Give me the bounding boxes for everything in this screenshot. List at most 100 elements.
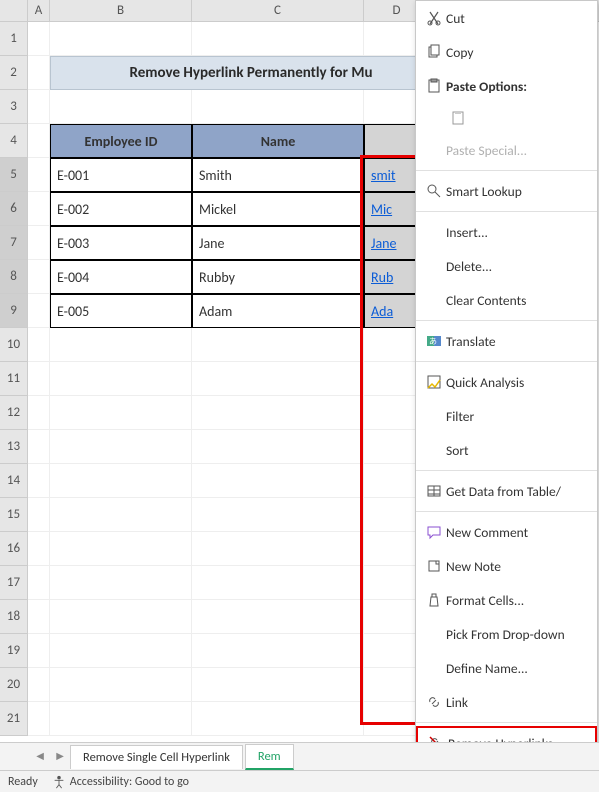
ctx-new-note[interactable]: New Note [416, 549, 597, 583]
row-headers: 1 2 3 4 5 6 7 8 9 10 11 12 13 14 15 16 1… [0, 22, 28, 736]
page-title: Remove Hyperlink Permanently for Mu [50, 56, 452, 90]
cell-name[interactable]: Smith [192, 158, 364, 192]
clipboard-icon [446, 110, 470, 126]
table-header-id: Employee ID [50, 124, 192, 158]
quick-analysis-icon [422, 374, 446, 390]
accessibility-status[interactable]: Accessibility: Good to go [52, 775, 189, 789]
ctx-delete[interactable]: Delete... [416, 249, 597, 283]
translate-icon: あ [422, 333, 446, 349]
ctx-translate[interactable]: あ Translate [416, 324, 597, 358]
sheet-tab-active[interactable]: Rem [245, 744, 294, 770]
ctx-get-data[interactable]: Get Data from Table/ [416, 474, 597, 508]
ctx-label: Link [446, 694, 589, 711]
cell-name[interactable]: Jane [192, 226, 364, 260]
svg-text:あ: あ [429, 337, 437, 347]
row-header[interactable]: 19 [0, 634, 28, 668]
ctx-copy[interactable]: Copy [416, 35, 597, 69]
separator [416, 722, 597, 723]
ctx-pick-dropdown[interactable]: Pick From Drop-down [416, 617, 597, 651]
ctx-clear-contents[interactable]: Clear Contents [416, 283, 597, 317]
row-header[interactable]: 14 [0, 464, 28, 498]
ctx-format-cells[interactable]: Format Cells... [416, 583, 597, 617]
status-ready: Ready [8, 775, 38, 789]
row-header[interactable]: 8 [0, 260, 28, 294]
row-header[interactable]: 9 [0, 294, 28, 328]
separator [416, 470, 597, 471]
cell-id[interactable]: E-005 [50, 294, 192, 328]
row-header[interactable]: 17 [0, 566, 28, 600]
row-header[interactable]: 20 [0, 668, 28, 702]
col-header-c[interactable]: C [192, 0, 364, 21]
cell-id[interactable]: E-002 [50, 192, 192, 226]
ctx-label: Clear Contents [446, 292, 589, 309]
row-header[interactable]: 15 [0, 498, 28, 532]
cut-icon [422, 10, 446, 26]
ctx-label: Insert... [446, 224, 589, 241]
cell-name[interactable]: Mickel [192, 192, 364, 226]
ctx-new-comment[interactable]: New Comment [416, 515, 597, 549]
ctx-define-name[interactable]: Define Name... [416, 651, 597, 685]
row-header[interactable]: 7 [0, 226, 28, 260]
context-menu: Cut Copy Paste Options: Paste Special...… [415, 0, 598, 761]
row-header[interactable]: 18 [0, 600, 28, 634]
row-header[interactable]: 1 [0, 22, 28, 56]
ctx-label: Get Data from Table/ [446, 483, 589, 500]
cell-id[interactable]: E-003 [50, 226, 192, 260]
ctx-label: Format Cells... [446, 592, 589, 609]
ctx-label: Sort [446, 442, 589, 459]
ctx-filter[interactable]: Filter [416, 399, 597, 433]
separator [416, 511, 597, 512]
ctx-quick-analysis[interactable]: Quick Analysis [416, 365, 597, 399]
ctx-paste-special: Paste Special... [416, 133, 597, 167]
accessibility-icon [52, 775, 66, 789]
table-icon [422, 483, 446, 499]
ctx-link[interactable]: Link [416, 685, 597, 719]
cell-name[interactable]: Rubby [192, 260, 364, 294]
ctx-label: Paste Special... [446, 142, 589, 159]
row-header[interactable]: 16 [0, 532, 28, 566]
ctx-label: Filter [446, 408, 589, 425]
tab-next[interactable]: ► [50, 749, 70, 764]
separator [416, 211, 597, 212]
ctx-label: Smart Lookup [446, 183, 589, 200]
ctx-label: Translate [446, 333, 589, 350]
row-header[interactable]: 12 [0, 396, 28, 430]
row-header[interactable]: 4 [0, 124, 28, 158]
row-header[interactable]: 6 [0, 192, 28, 226]
note-icon [422, 558, 446, 574]
ctx-sort[interactable]: Sort [416, 433, 597, 467]
ctx-label: Quick Analysis [446, 374, 589, 391]
ctx-paste-options[interactable]: Paste Options: [416, 69, 597, 103]
tab-prev[interactable]: ◄ [30, 749, 50, 764]
select-all-corner[interactable] [0, 0, 28, 21]
row-header[interactable]: 2 [0, 56, 28, 90]
ctx-label: Cut [446, 10, 589, 27]
ctx-label: Paste Options: [446, 78, 589, 95]
copy-icon [422, 44, 446, 60]
ctx-cut[interactable]: Cut [416, 1, 597, 35]
row-header[interactable]: 21 [0, 702, 28, 736]
row-header[interactable]: 5 [0, 158, 28, 192]
row-header[interactable]: 13 [0, 430, 28, 464]
ctx-label: Copy [446, 44, 589, 61]
separator [416, 361, 597, 362]
ctx-label: Delete... [446, 258, 589, 275]
col-header-b[interactable]: B [50, 0, 192, 21]
status-bar: Ready Accessibility: Good to go [0, 770, 599, 792]
sheet-tab[interactable]: Remove Single Cell Hyperlink [70, 745, 243, 769]
separator [416, 170, 597, 171]
cells-area[interactable]: Remove Hyperlink Permanently for Mu Empl… [28, 22, 452, 736]
ctx-smart-lookup[interactable]: Smart Lookup [416, 174, 597, 208]
row-header[interactable]: 11 [0, 362, 28, 396]
row-header[interactable]: 3 [0, 90, 28, 124]
cell-name[interactable]: Adam [192, 294, 364, 328]
cell-id[interactable]: E-001 [50, 158, 192, 192]
row-header[interactable]: 10 [0, 328, 28, 362]
ctx-paste-sub[interactable] [416, 103, 597, 133]
sheet-tabs: ◄ ► Remove Single Cell Hyperlink Rem [0, 742, 599, 770]
cell-id[interactable]: E-004 [50, 260, 192, 294]
ctx-label: New Note [446, 558, 589, 575]
ctx-insert[interactable]: Insert... [416, 215, 597, 249]
separator [416, 320, 597, 321]
col-header-a[interactable]: A [28, 0, 50, 21]
